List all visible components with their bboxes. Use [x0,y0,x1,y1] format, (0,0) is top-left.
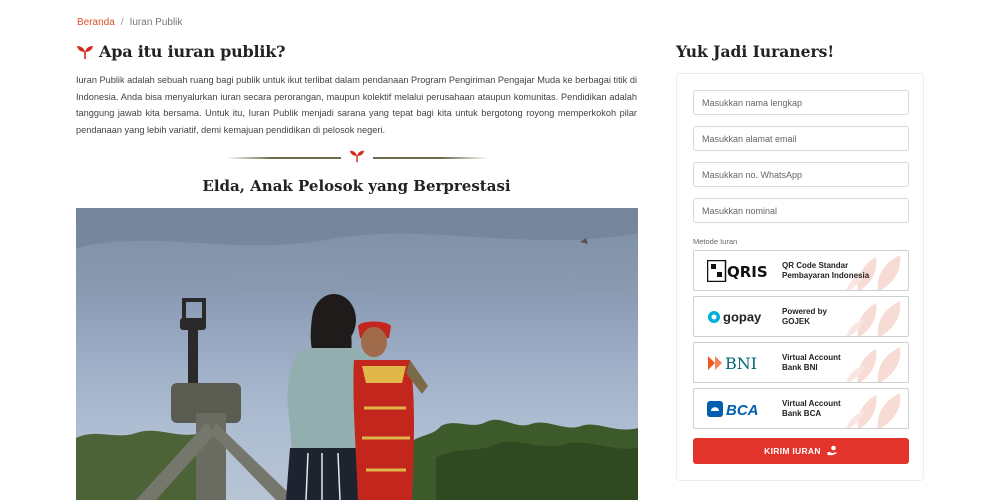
breadcrumb: Beranda / Iuran Publik [77,17,182,28]
submit-donation-button[interactable]: KIRIM IURAN [693,438,909,464]
payment-option-qris[interactable]: QRIS QR Code Standar Pembayaran Indonesi… [693,250,909,291]
bca-description: Virtual Account Bank BCA [782,399,841,419]
bca-logo: BCA [707,389,769,428]
bni-logo: BNI [707,343,769,382]
payment-method-label: Metode Iuran [693,237,738,246]
divider-line-right [373,157,488,159]
hand-coin-icon [827,445,838,458]
payment-option-bni[interactable]: BNI Virtual Account Bank BNI [693,342,909,383]
payment-option-gopay[interactable]: gopay Powered by GOJEK [693,296,909,337]
qris-logo-text: QRIS [727,263,768,281]
bca-line1: Virtual Account [782,398,841,408]
qris-line2: Pembayaran Indonesia [782,270,870,280]
article-title-row: Apa itu iuran publik? [76,42,286,61]
story-photo [76,208,638,500]
whatsapp-input[interactable] [693,162,909,187]
form-heading: Yuk Jadi Iuraners! [676,42,835,61]
qris-logo: QRIS [707,251,769,290]
divider-line-left [226,157,341,159]
leaf-icon [846,347,901,382]
leaf-icon [846,301,901,336]
amount-input[interactable] [693,198,909,223]
name-input[interactable] [693,90,909,115]
page-title: Apa itu iuran publik? [99,42,286,61]
sprout-icon [76,44,94,60]
bni-line2: Bank BNI [782,362,818,372]
intro-paragraph: Iuran Publik adalah sebuah ruang bagi pu… [76,75,637,135]
bni-logo-text: BNI [725,354,757,373]
submit-button-label: KIRIM IURAN [764,446,821,456]
gopay-logo-text: gopay [723,309,762,324]
story-title: Elda, Anak Pelosok yang Berprestasi [202,177,511,195]
payment-option-bca[interactable]: BCA Virtual Account Bank BCA [693,388,909,429]
section-divider [226,150,488,166]
breadcrumb-home-link[interactable]: Beranda [77,17,115,28]
leaf-icon [846,393,901,428]
gopay-description: Powered by GOJEK [782,307,827,327]
bni-description: Virtual Account Bank BNI [782,353,841,373]
breadcrumb-separator: / [120,17,124,28]
sprout-icon [349,148,365,169]
gopay-logo: gopay [707,297,769,336]
bca-logo-text: BCA [726,402,759,419]
donation-form: Metode Iuran QRIS QR Code Standar Pembay… [676,73,924,481]
bni-line1: Virtual Account [782,352,841,362]
qris-description: QR Code Standar Pembayaran Indonesia [782,261,869,281]
qris-line1: QR Code Standar [782,260,849,270]
gopay-line2: GOJEK [782,316,811,326]
gopay-line1: Powered by [782,306,827,316]
email-input[interactable] [693,126,909,151]
bca-line2: Bank BCA [782,408,822,418]
breadcrumb-current: Iuran Publik [129,17,183,28]
